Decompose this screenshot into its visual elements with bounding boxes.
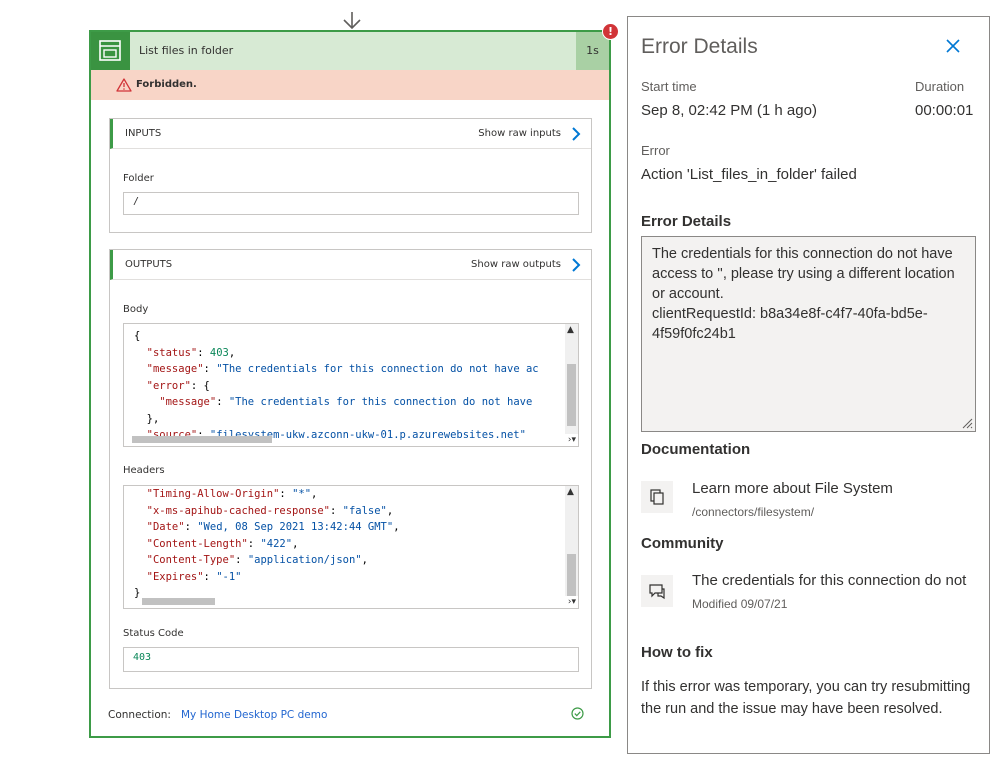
action-card-header[interactable]: List files in folder 1s: [91, 32, 609, 70]
panel-title: Error Details: [641, 35, 758, 58]
action-title: List files in folder: [139, 44, 234, 57]
body-code-line: "message": "The credentials for this con…: [134, 396, 533, 408]
scroll-thumb[interactable]: [567, 554, 576, 596]
inputs-label: INPUTS: [125, 128, 162, 139]
show-raw-inputs-link[interactable]: Show raw inputs: [478, 128, 561, 139]
community-post-modified: Modified 09/07/21: [692, 597, 788, 611]
body-code-line: "status": 403,: [134, 346, 236, 359]
connection-label: Connection:: [108, 709, 171, 721]
scroll-up-icon[interactable]: ▲: [567, 325, 574, 335]
inputs-section: INPUTS Show raw inputs Folder /: [109, 118, 592, 233]
inputs-header: INPUTS Show raw inputs: [110, 119, 591, 149]
error-details-heading: Error Details: [641, 213, 732, 230]
body-label: Body: [123, 304, 149, 315]
body-code-line: },: [134, 412, 160, 425]
body-code-line: "error": {: [134, 379, 210, 392]
resize-grip-icon[interactable]: [961, 417, 973, 429]
body-horizontal-scrollbar[interactable]: [132, 436, 272, 443]
error-details-textarea[interactable]: The credentials for this connection do n…: [641, 236, 976, 432]
chevron-right-icon[interactable]: [571, 127, 581, 141]
headers-code: "Timing-Allow-Origin": "*", "x-ms-apihub…: [134, 486, 400, 602]
folder-field[interactable]: /: [123, 192, 579, 215]
headers-code-line: "Timing-Allow-Origin": "*",: [134, 488, 318, 500]
error-status-text: Forbidden.: [136, 79, 197, 90]
outputs-section: OUTPUTS Show raw outputs Body { "status"…: [109, 249, 592, 689]
headers-code-line: "Expires": "-1": [134, 570, 242, 583]
body-code-line: "message": "The credentials for this con…: [134, 363, 539, 375]
start-time-value: Sep 8, 02:42 PM (1 h ago): [641, 102, 817, 119]
headers-horizontal-scrollbar[interactable]: [142, 598, 215, 605]
show-raw-outputs-link[interactable]: Show raw outputs: [471, 259, 561, 270]
how-to-fix-heading: How to fix: [641, 644, 713, 661]
error-badge-icon: !: [602, 23, 619, 40]
document-icon: [641, 481, 673, 513]
scroll-down-icon[interactable]: ›▾: [568, 435, 576, 445]
warning-triangle-icon: [116, 78, 132, 92]
scroll-thumb[interactable]: [567, 364, 576, 426]
status-code-label: Status Code: [123, 628, 184, 639]
body-code-line: {: [134, 330, 141, 342]
scroll-up-icon[interactable]: ▲: [567, 487, 574, 497]
doc-link-title[interactable]: Learn more about File System: [692, 480, 982, 497]
folder-list-icon: [91, 32, 130, 70]
chevron-right-icon[interactable]: [571, 258, 581, 272]
documentation-heading: Documentation: [641, 441, 751, 458]
headers-vertical-scrollbar[interactable]: ▲: [565, 486, 578, 596]
body-vertical-scrollbar[interactable]: ▲: [565, 324, 578, 434]
how-to-fix-text: If this error was temporary, you can try…: [641, 679, 971, 717]
close-icon[interactable]: [944, 37, 962, 55]
error-details-panel: Error Details Start time Duration Sep 8,…: [627, 16, 990, 754]
duration-value: 00:00:01: [915, 102, 974, 119]
start-time-label: Start time: [641, 79, 697, 94]
error-status-bar: Forbidden.: [91, 70, 609, 100]
headers-code-line: "Content-Type": "application/json",: [134, 554, 368, 566]
duration-label: Duration: [915, 79, 965, 94]
folder-label: Folder: [123, 173, 154, 184]
outputs-label: OUTPUTS: [125, 259, 173, 270]
headers-code-line: "Content-Length": "422",: [134, 537, 299, 550]
connection-link[interactable]: My Home Desktop PC demo: [181, 709, 327, 721]
headers-code-view[interactable]: "Timing-Allow-Origin": "*", "x-ms-apihub…: [123, 485, 579, 609]
check-circle-icon: [571, 707, 584, 720]
headers-code-line: "Date": "Wed, 08 Sep 2021 13:42:44 GMT",: [134, 521, 400, 533]
outputs-header: OUTPUTS Show raw outputs: [110, 250, 591, 280]
body-code-view[interactable]: { "status": 403, "message": "The credent…: [123, 323, 579, 447]
community-heading: Community: [641, 535, 724, 552]
body-code: { "status": 403, "message": "The credent…: [134, 328, 539, 444]
headers-label: Headers: [123, 465, 165, 476]
chat-icon: [641, 575, 673, 607]
error-value: Action 'List_files_in_folder' failed: [641, 166, 857, 183]
flow-arrow-icon: [343, 12, 361, 30]
status-code-field[interactable]: 403: [123, 647, 579, 672]
community-post-title[interactable]: The credentials for this connection do n…: [692, 572, 976, 589]
doc-link-path: /connectors/filesystem/: [692, 505, 815, 519]
headers-code-line: "x-ms-apihub-cached-response": "false",: [134, 504, 394, 517]
error-label: Error: [641, 143, 670, 158]
scroll-down-icon[interactable]: ›▾: [568, 597, 576, 607]
action-card: List files in folder 1s ! Forbidden. INP…: [89, 23, 619, 738]
